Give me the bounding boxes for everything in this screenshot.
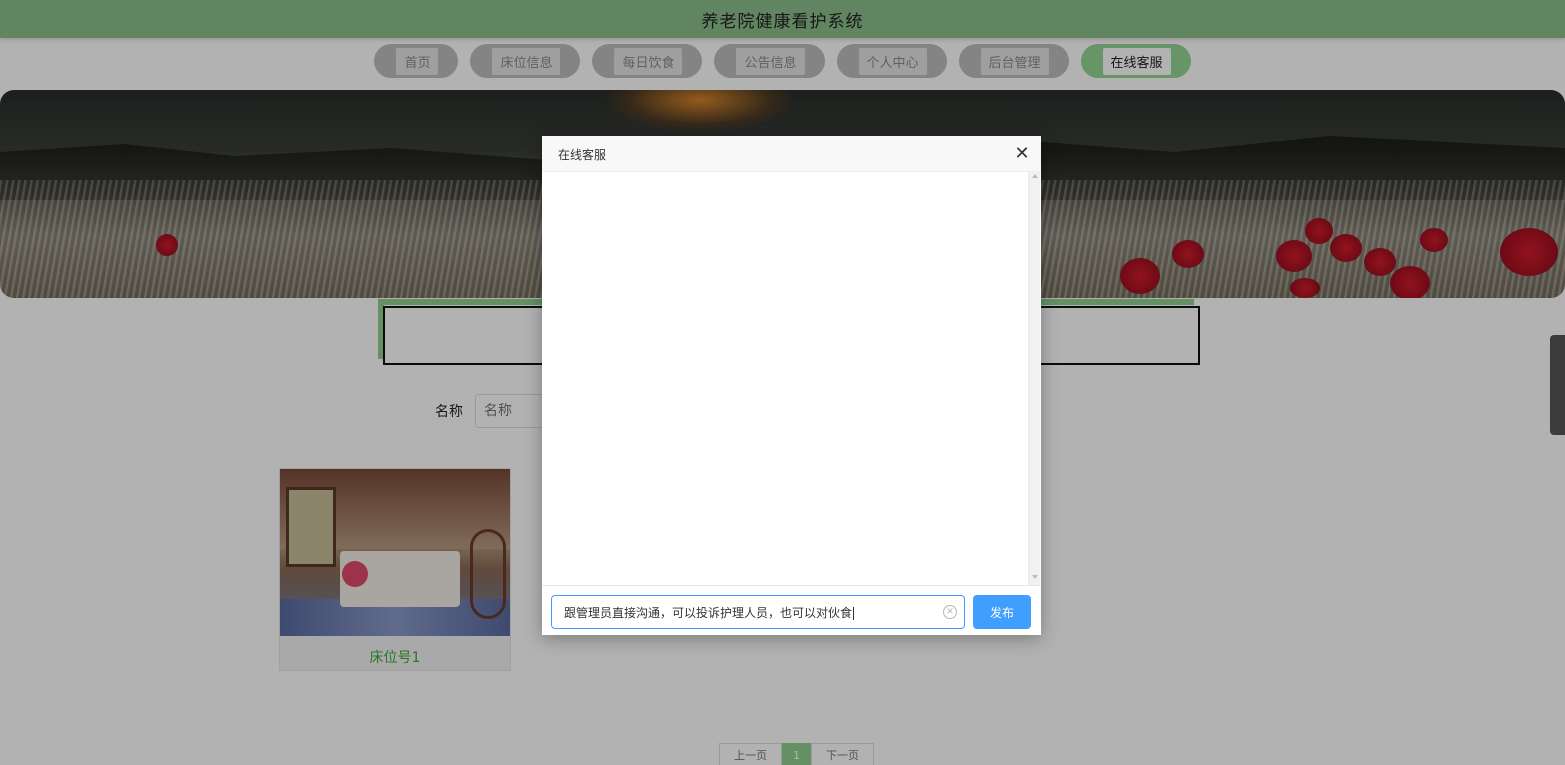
close-icon[interactable]: ✕ (1012, 144, 1032, 164)
dialog-title: 在线客服 (558, 148, 607, 162)
message-input[interactable]: 跟管理员直接沟通，可以投诉护理人员，也可以对伙食 ✕ (551, 595, 965, 629)
clear-input-icon[interactable]: ✕ (943, 605, 957, 619)
send-button[interactable]: 发布 (973, 595, 1031, 629)
message-input-text[interactable]: 跟管理员直接沟通，可以投诉护理人员，也可以对伙食 (564, 604, 934, 621)
scroll-down-arrow-icon[interactable] (1032, 575, 1038, 579)
chat-message-area[interactable] (542, 172, 1041, 585)
online-service-dialog: 在线客服 ✕ 跟管理员直接沟通，可以投诉护理人员，也可以对伙食 ✕ 发布 (542, 136, 1041, 635)
dialog-header: 在线客服 ✕ (542, 136, 1041, 172)
message-input-value: 跟管理员直接沟通，可以投诉护理人员，也可以对伙食 (564, 606, 853, 620)
scroll-up-arrow-icon[interactable] (1032, 174, 1038, 178)
chat-scrollbar[interactable] (1028, 172, 1040, 585)
dialog-footer: 跟管理员直接沟通，可以投诉护理人员，也可以对伙食 ✕ 发布 (542, 585, 1041, 635)
text-caret (853, 607, 855, 620)
